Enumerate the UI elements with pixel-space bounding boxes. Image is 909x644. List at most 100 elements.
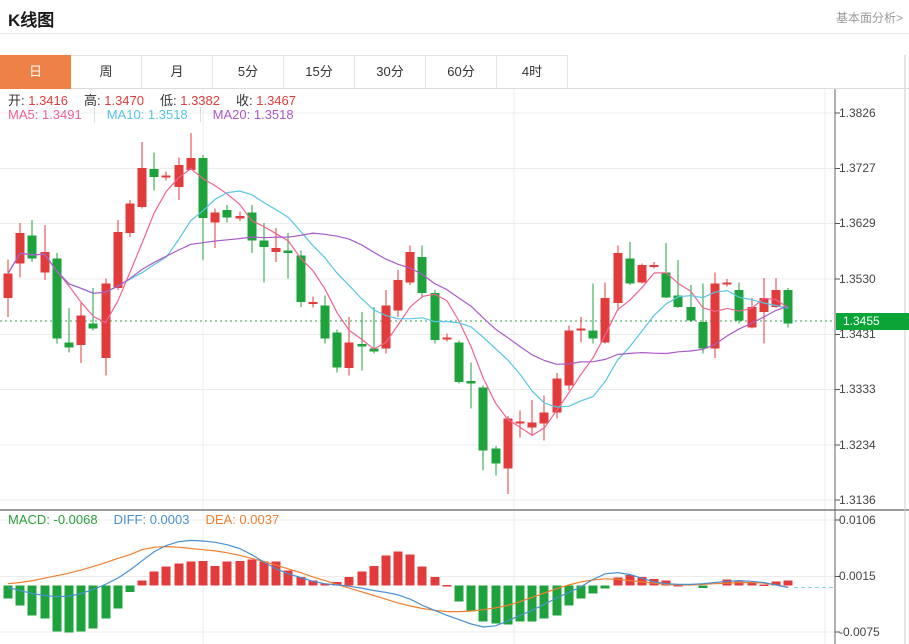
macd-hist-bar bbox=[199, 561, 208, 586]
candle-body bbox=[455, 342, 464, 382]
candle-body bbox=[614, 253, 623, 303]
candle-body bbox=[162, 175, 171, 177]
tab-m15[interactable]: 15分 bbox=[284, 55, 355, 88]
candle-body bbox=[699, 322, 708, 348]
macd-hist-bar bbox=[248, 560, 257, 586]
macd-hist-bar bbox=[406, 555, 415, 586]
candle-body bbox=[577, 328, 586, 330]
ohlc-close-label: 收: bbox=[236, 93, 253, 108]
candle-body bbox=[479, 387, 488, 450]
macd-hist-bar bbox=[102, 586, 111, 619]
candle-body bbox=[150, 169, 159, 177]
candle-body bbox=[650, 265, 659, 267]
ohlc-low-value: 1.3382 bbox=[177, 93, 220, 108]
candle-body bbox=[199, 158, 208, 218]
candle-body bbox=[723, 282, 732, 284]
macd-hist-bar bbox=[236, 561, 245, 586]
tab-h4[interactable]: 4时 bbox=[497, 55, 568, 88]
candle-body bbox=[345, 342, 354, 368]
candle-body bbox=[516, 421, 525, 423]
candle-body bbox=[492, 448, 501, 463]
macd-hist-bar bbox=[467, 586, 476, 612]
macd-hist-bar bbox=[162, 566, 171, 585]
ohlc-high-label: 高: bbox=[84, 93, 101, 108]
candle-body bbox=[175, 165, 184, 187]
candle-body bbox=[528, 423, 537, 428]
page-title: K线图 bbox=[8, 6, 54, 31]
candle-body bbox=[638, 265, 647, 282]
candle-body bbox=[236, 216, 245, 218]
candle-body bbox=[467, 381, 476, 383]
candle-body bbox=[223, 210, 232, 217]
macd-hist-bar bbox=[784, 581, 793, 586]
kline-widget: K线图 基本面分析> 日周月5分15分30分60分4时 开: 1.3416高: … bbox=[0, 0, 909, 644]
macd-hist-bar bbox=[89, 586, 98, 629]
macd-hist-bar bbox=[565, 586, 574, 606]
candle-body bbox=[565, 331, 574, 386]
macd-hist-bar bbox=[394, 552, 403, 586]
timeframe-tabs: 日周月5分15分30分60分4时 bbox=[0, 55, 909, 89]
candle-body bbox=[431, 293, 440, 340]
macd-legend: MACD: -0.0068 bbox=[8, 512, 98, 527]
fundamental-analysis-link[interactable]: 基本面分析> bbox=[836, 9, 903, 26]
candle-body bbox=[284, 250, 293, 253]
candle-body bbox=[418, 257, 427, 293]
macd-hist-bar bbox=[28, 586, 37, 616]
ohlc-low-label: 低: bbox=[160, 93, 177, 108]
macd-hist-bar bbox=[370, 566, 379, 586]
macd-hist-bar bbox=[431, 577, 440, 586]
candle-body bbox=[4, 273, 13, 298]
macd-hist-bar bbox=[601, 586, 610, 589]
macd-hist-bar bbox=[53, 586, 62, 632]
ohlc-open-label: 开: bbox=[8, 93, 25, 108]
current-price-badge: 1.3455 bbox=[836, 313, 909, 330]
macd-hist-bar bbox=[443, 585, 452, 587]
macd-hist-bar bbox=[760, 584, 769, 586]
dea-legend: DEA: 0.0037 bbox=[205, 512, 279, 527]
tab-month[interactable]: 月 bbox=[142, 55, 213, 88]
tab-m5[interactable]: 5分 bbox=[213, 55, 284, 88]
macd-hist-bar bbox=[492, 586, 501, 624]
candle-body bbox=[309, 302, 318, 304]
tab-m30[interactable]: 30分 bbox=[355, 55, 426, 88]
macd-hist-bar bbox=[479, 586, 488, 622]
candle-body bbox=[53, 258, 62, 338]
tab-day[interactable]: 日 bbox=[0, 55, 71, 89]
ohlc-high-value: 1.3470 bbox=[101, 93, 144, 108]
candle-body bbox=[138, 168, 147, 207]
macd-hist-bar bbox=[187, 561, 196, 585]
macd-legend: MACD: -0.0068 DIFF: 0.0003 DEA: 0.0037 bbox=[8, 512, 295, 527]
diff-legend: DIFF: 0.0003 bbox=[114, 512, 190, 527]
candle-body bbox=[211, 212, 220, 222]
candle-body bbox=[65, 342, 74, 347]
ma-legend: MA5: 1.3491MA10: 1.3518MA20: 1.3518 bbox=[8, 107, 306, 122]
macd-hist-bar bbox=[16, 586, 25, 606]
candle-body bbox=[260, 240, 269, 247]
candle-body bbox=[333, 332, 342, 367]
candle-body bbox=[272, 248, 281, 252]
macd-hist-bar bbox=[382, 555, 391, 585]
macd-hist-bar bbox=[589, 586, 598, 594]
ma10-legend: MA10: 1.3518 bbox=[94, 107, 200, 122]
candle-body bbox=[589, 331, 598, 339]
candle-body bbox=[114, 232, 123, 288]
macd-hist-bar bbox=[138, 581, 147, 586]
macd-hist-bar bbox=[114, 586, 123, 609]
candle-body bbox=[394, 280, 403, 310]
macd-hist-bar bbox=[126, 586, 135, 592]
macd-hist-bar bbox=[358, 571, 367, 585]
ma20-legend: MA20: 1.3518 bbox=[200, 107, 306, 122]
tab-week[interactable]: 周 bbox=[71, 55, 142, 88]
macd-hist-bar bbox=[455, 586, 464, 602]
candle-body bbox=[77, 315, 86, 345]
candle-body bbox=[540, 413, 549, 424]
tab-m60[interactable]: 60分 bbox=[426, 55, 497, 88]
macd-hist-bar bbox=[223, 561, 232, 585]
candle-body bbox=[126, 203, 135, 233]
candle-body bbox=[626, 258, 635, 283]
macd-hist-bar bbox=[65, 586, 74, 633]
candle-body bbox=[504, 419, 513, 469]
macd-hist-bar bbox=[540, 586, 549, 619]
macd-hist-bar bbox=[41, 586, 50, 619]
ohlc-close-value: 1.3467 bbox=[253, 93, 296, 108]
